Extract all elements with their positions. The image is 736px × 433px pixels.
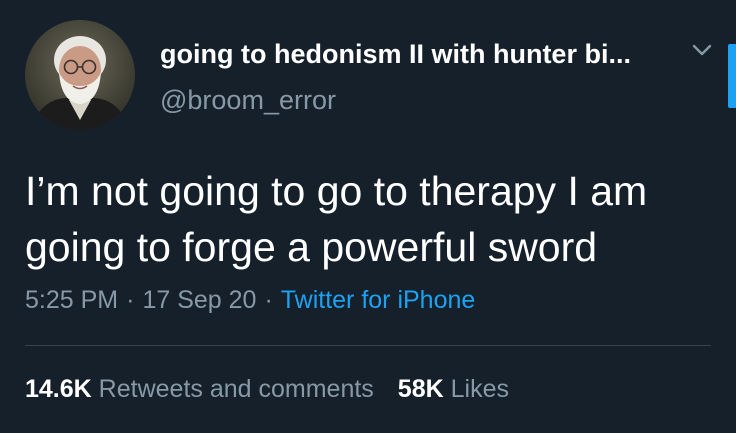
tweet-text: I’m not going to go to therapy I am goin… (25, 168, 648, 270)
tweet-metadata: 5:25 PM · 17 Sep 20 · Twitter for iPhone (25, 284, 475, 316)
tweet-date: 17 Sep 20 (142, 286, 257, 314)
divider (25, 345, 711, 346)
meta-separator: · (126, 286, 135, 314)
likes-stat[interactable]: 58K Likes (398, 375, 509, 403)
user-handle[interactable]: @broom_error (160, 84, 336, 116)
avatar-photo (25, 20, 135, 130)
chevron-down-icon[interactable] (688, 38, 716, 62)
tweet-source-link[interactable]: Twitter for iPhone (281, 286, 476, 314)
scroll-indicator (728, 44, 736, 108)
likes-label: Likes (450, 375, 509, 403)
tweet-stats: 14.6K Retweets and comments 58K Likes (25, 373, 509, 405)
display-name[interactable]: going to hedonism II with hunter bi... (160, 38, 670, 70)
likes-count: 58K (397, 375, 444, 403)
meta-separator: · (264, 286, 273, 314)
retweets-count: 14.6K (25, 375, 92, 403)
retweets-label: Retweets and comments (98, 375, 374, 403)
tweet-time: 5:25 PM (25, 286, 119, 314)
avatar[interactable] (25, 20, 135, 130)
tweet-card: going to hedonism II with hunter bi... @… (0, 0, 736, 433)
retweets-stat[interactable]: 14.6K Retweets and comments (25, 375, 374, 403)
